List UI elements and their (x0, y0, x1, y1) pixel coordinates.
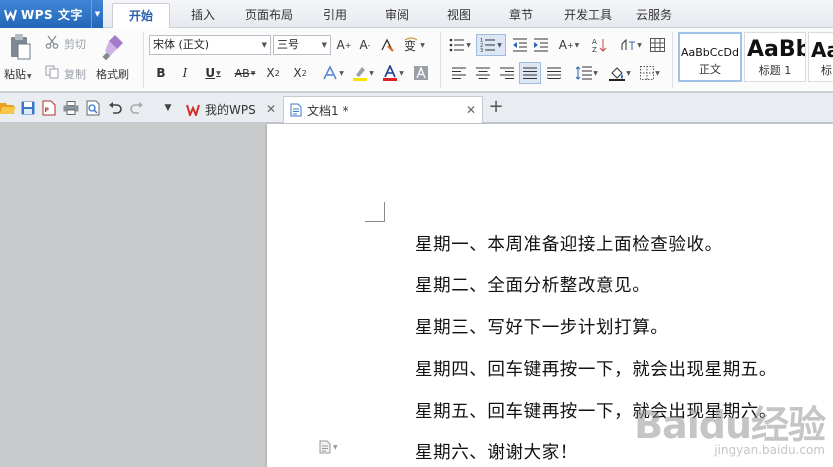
document-icon (290, 103, 302, 117)
copy-button[interactable]: 复制 (64, 66, 86, 82)
close-tab-document-icon[interactable]: ✕ (466, 103, 476, 117)
wps-w-icon (186, 104, 200, 116)
tab-document-1[interactable]: 文档1 * ✕ (283, 96, 483, 123)
tab-home[interactable]: 开始 (112, 3, 170, 29)
menu-bar: WPS 文字 ▼ 开始 插入 页面布局 引用 审阅 视图 章节 开发工具 云服务 (0, 0, 833, 29)
align-right-icon[interactable] (498, 64, 516, 82)
tab-chapter[interactable]: 章节 (494, 3, 548, 28)
new-tab-plus-icon[interactable]: + (488, 96, 504, 117)
format-painter-icon[interactable] (100, 32, 126, 62)
sort-icon[interactable]: AZ (590, 36, 608, 54)
numbering-icon[interactable]: 1 2 3 ▼ (476, 34, 506, 56)
document-page[interactable]: 星期一、本周准备迎接上面检查验收。 星期二、全面分析整改意见。 星期三、写好下一… (267, 124, 833, 467)
margin-corner-mark (365, 202, 385, 222)
ribbon-toolbar: 粘贴▼ 剪切 复制 格式刷 宋体 (正文) ▼ 三号 ▼ A + A- 变 ▼ B I … (0, 28, 833, 92)
document-line-2[interactable]: 星期二、全面分析整改意见。 (415, 272, 650, 297)
customize-chevron-icon[interactable]: ▼ (160, 100, 176, 116)
text-effect-icon[interactable]: ▼ (320, 64, 346, 82)
style-heading-1[interactable]: AaBb 标题 1 (744, 32, 806, 82)
svg-text:Z: Z (592, 46, 597, 53)
tab-my-wps[interactable]: 我的WPS ✕ (180, 96, 282, 123)
paste-button[interactable]: 粘贴▼ (4, 66, 32, 82)
tab-view[interactable]: 视图 (432, 3, 486, 28)
print-preview-icon[interactable] (85, 100, 101, 116)
app-menu-button[interactable]: WPS 文字 ▼ (0, 0, 103, 28)
font-color-icon[interactable]: ▼ (380, 64, 406, 82)
clear-format-icon[interactable] (378, 36, 396, 54)
quick-access-bar: P ▼ 我的WPS ✕ 文档1 * ✕ + (0, 93, 833, 123)
document-line-1[interactable]: 星期一、本周准备迎接上面检查验收。 (415, 231, 723, 256)
decrease-indent-icon[interactable] (511, 36, 529, 54)
change-case-icon[interactable]: A + ▼ (556, 36, 582, 54)
show-marks-icon[interactable]: ▼ (620, 36, 642, 54)
pdf-export-icon[interactable]: P (41, 100, 57, 116)
decrease-font-icon[interactable]: A- (356, 36, 374, 54)
superscript-icon[interactable]: X2 (264, 64, 282, 82)
font-name-select[interactable]: 宋体 (正文) ▼ (149, 35, 271, 55)
document-line-3[interactable]: 星期三、写好下一步计划打算。 (415, 314, 668, 339)
style-normal[interactable]: AaBbCcDd 正文 (678, 32, 742, 82)
cut-button[interactable]: 剪切 (64, 36, 86, 52)
svg-text:变: 变 (404, 38, 416, 53)
tab-developer[interactable]: 开发工具 (556, 3, 620, 28)
open-folder-icon[interactable] (0, 100, 16, 116)
align-center-icon[interactable] (474, 64, 492, 82)
app-title: WPS 文字 (21, 7, 83, 22)
bullets-icon[interactable]: ▼ (448, 36, 472, 54)
svg-text:P: P (45, 107, 50, 114)
document-line-4[interactable]: 星期四、回车键再按一下，就会出现星期五。 (415, 356, 777, 381)
document-workspace: 星期一、本周准备迎接上面检查验收。 星期二、全面分析整改意见。 星期三、写好下一… (0, 124, 833, 467)
subscript-icon[interactable]: X2 (291, 64, 309, 82)
format-painter-button[interactable]: 格式刷 (96, 66, 129, 82)
char-shading-icon[interactable] (412, 64, 430, 82)
tab-page-layout[interactable]: 页面布局 (236, 3, 302, 28)
borders-icon[interactable]: ▼ (638, 64, 662, 82)
copy-icon[interactable] (44, 64, 60, 80)
underline-icon[interactable]: U ▼ (201, 64, 225, 82)
bold-icon[interactable]: B (153, 64, 169, 82)
print-icon[interactable] (63, 100, 79, 116)
close-tab-my-wps-icon[interactable]: ✕ (266, 102, 276, 116)
distribute-icon[interactable] (545, 64, 563, 82)
strikethrough-icon[interactable]: AB ▼ (230, 64, 260, 82)
style-heading-2[interactable]: Aa 标 (808, 32, 833, 82)
increase-indent-icon[interactable] (532, 36, 550, 54)
justify-icon[interactable] (519, 62, 541, 84)
shading-icon[interactable]: ▼ (607, 64, 633, 82)
svg-text:A: A (592, 38, 597, 46)
tab-insert[interactable]: 插入 (176, 3, 230, 28)
document-line-6[interactable]: 星期六、谢谢大家！ (415, 439, 578, 464)
wps-logo-icon (4, 8, 17, 21)
paragraph-layout-icon[interactable]: ▼ (319, 440, 338, 454)
undo-icon[interactable] (107, 100, 123, 116)
svg-text:3: 3 (480, 48, 483, 52)
save-icon[interactable] (20, 100, 36, 116)
redo-icon[interactable] (129, 100, 145, 116)
increase-font-icon[interactable]: A + (335, 36, 353, 54)
tab-cloud[interactable]: 云服务 (628, 3, 680, 28)
italic-icon[interactable]: I (177, 64, 193, 82)
align-left-icon[interactable] (450, 64, 468, 82)
scissors-icon[interactable] (44, 34, 60, 50)
table-grid-icon[interactable] (648, 36, 666, 54)
tab-review[interactable]: 审阅 (370, 3, 424, 28)
phonetic-icon[interactable]: 变 ▼ (402, 36, 426, 54)
chevron-down-icon[interactable]: ▼ (91, 0, 103, 28)
tab-references[interactable]: 引用 (308, 3, 362, 28)
highlight-icon[interactable]: ▼ (350, 64, 376, 82)
baidu-watermark: Baidu经验 jingyan.baidu.com (634, 403, 826, 457)
line-spacing-icon[interactable]: ▼ (572, 64, 602, 82)
font-size-select[interactable]: 三号 ▼ (273, 35, 331, 55)
paste-icon[interactable] (6, 32, 34, 62)
